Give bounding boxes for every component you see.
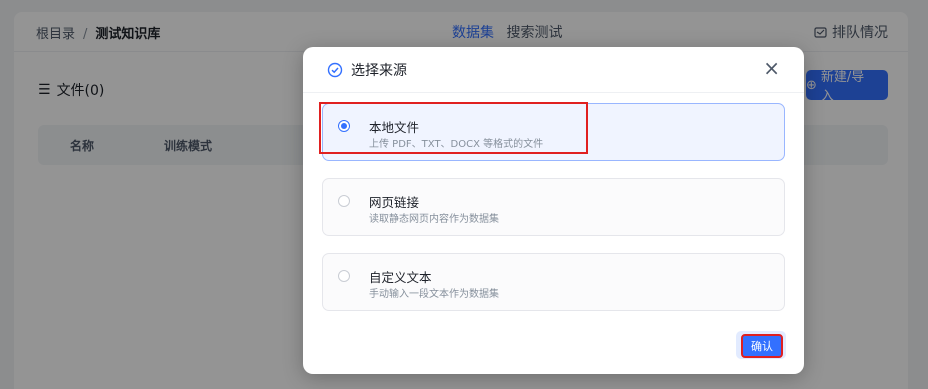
option-custom-text[interactable]: 自定义文本 手动输入一段文本作为数据集: [322, 253, 785, 311]
option-web-link[interactable]: 网页链接 读取静态网页内容作为数据集: [322, 178, 785, 236]
check-circle-icon: [327, 62, 343, 78]
option-web-link-desc: 读取静态网页内容作为数据集: [369, 214, 499, 225]
option-custom-text-title: 自定义文本: [369, 270, 432, 285]
radio-web-link[interactable]: [338, 195, 350, 207]
option-local-file-desc: 上传 PDF、TXT、DOCX 等格式的文件: [369, 139, 544, 150]
option-web-link-title: 网页链接: [369, 195, 420, 210]
option-local-file-title: 本地文件: [369, 120, 420, 135]
dialog-title: 选择来源: [327, 60, 407, 80]
close-icon[interactable]: ×: [763, 57, 780, 79]
dialog-title-text: 选择来源: [351, 63, 407, 79]
confirm-button[interactable]: 确认: [741, 334, 783, 358]
radio-local-file[interactable]: [338, 120, 350, 132]
option-custom-text-desc: 手动输入一段文本作为数据集: [369, 289, 499, 300]
select-source-dialog: 选择来源 × 本地文件 上传 PDF、TXT、DOCX 等格式的文件 网页链接 …: [303, 47, 804, 374]
dialog-header: 选择来源 ×: [303, 47, 804, 93]
option-local-file[interactable]: 本地文件 上传 PDF、TXT、DOCX 等格式的文件: [322, 103, 785, 161]
radio-custom-text[interactable]: [338, 270, 350, 282]
